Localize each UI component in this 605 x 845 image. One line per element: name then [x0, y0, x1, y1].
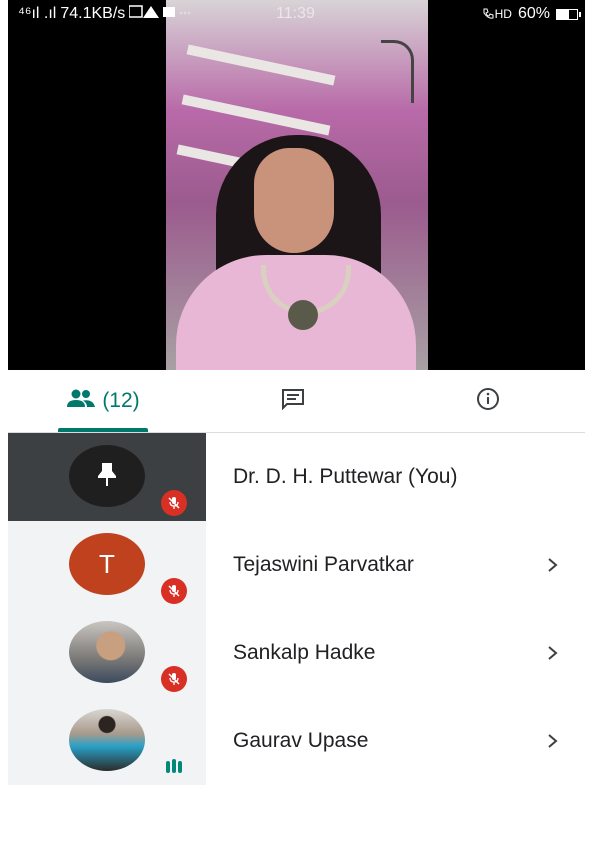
chevron-right-icon[interactable]	[543, 551, 563, 579]
video-image	[166, 0, 428, 370]
battery-icon	[556, 8, 581, 20]
hd-call-icon: HD	[482, 7, 512, 21]
people-icon	[66, 388, 96, 414]
muted-mic-icon	[161, 490, 187, 516]
participant-tile: T	[8, 521, 206, 609]
tab-people[interactable]: (12)	[48, 370, 158, 432]
participant-tile	[8, 609, 206, 697]
participant-count: (12)	[102, 389, 140, 412]
notification-icons	[128, 4, 191, 25]
participant-name: Tejaswini Parvatkar	[233, 553, 414, 576]
meeting-tabs: (12)	[8, 370, 585, 433]
participant-tile	[8, 697, 206, 785]
status-bar: ⁴⁶ıl .ıl 74.1KB/s 11:39 HD 60%	[18, 2, 581, 26]
active-tab-indicator	[58, 428, 148, 432]
tab-chat[interactable]	[273, 370, 313, 432]
clock: 11:39	[276, 5, 315, 22]
participant-name: Sankalp Hadke	[233, 641, 376, 664]
list-item[interactable]: T Tejaswini Parvatkar	[8, 521, 585, 609]
signal-icon: ⁴⁶ıl .ıl	[18, 5, 57, 22]
participant-name: Dr. D. H. Puttewar (You)	[233, 465, 458, 488]
info-icon	[476, 387, 500, 416]
list-item[interactable]: Dr. D. H. Puttewar (You)	[8, 433, 585, 521]
participant-name: Gaurav Upase	[233, 729, 369, 752]
muted-mic-icon	[161, 578, 187, 604]
list-item[interactable]: Sankalp Hadke	[8, 609, 585, 697]
pin-icon	[96, 461, 118, 492]
battery-percent: 60%	[517, 5, 550, 22]
avatar	[69, 709, 145, 771]
avatar: T	[69, 533, 145, 595]
muted-mic-icon	[161, 666, 187, 692]
avatar	[69, 445, 145, 507]
tab-info[interactable]	[468, 370, 508, 432]
chevron-right-icon[interactable]	[543, 727, 563, 755]
chevron-right-icon[interactable]	[543, 639, 563, 667]
speaking-indicator-icon	[166, 759, 182, 773]
chat-icon	[281, 388, 305, 415]
hd-label: HD	[494, 7, 512, 21]
network-speed: 74.1KB/s	[60, 5, 126, 22]
participant-tile	[8, 433, 206, 521]
avatar	[69, 621, 145, 683]
main-video-feed[interactable]	[8, 0, 585, 370]
list-item[interactable]: Gaurav Upase	[8, 697, 585, 785]
